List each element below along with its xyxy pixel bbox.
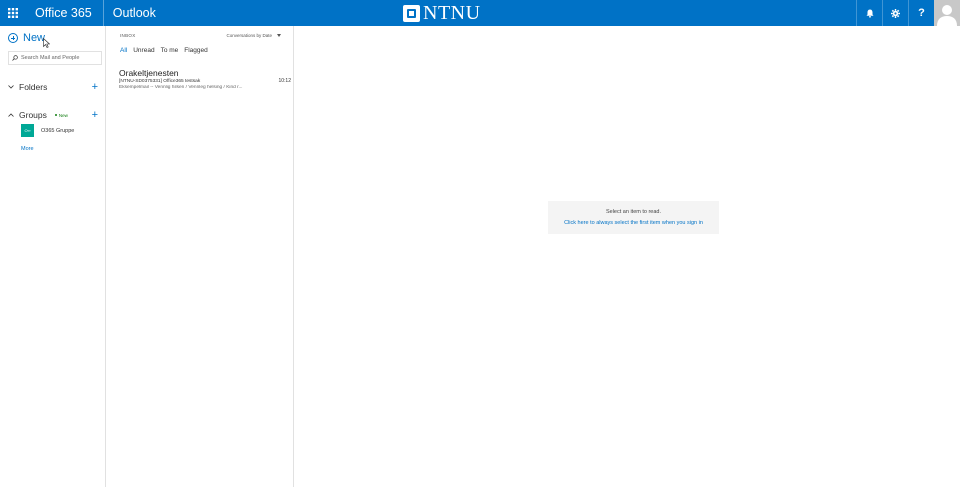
avatar[interactable] (934, 0, 960, 26)
brand-text: NTNU (423, 2, 481, 24)
search-icon (12, 55, 18, 61)
new-label: New (23, 32, 46, 44)
groups-toggle[interactable]: Groups New + (8, 110, 98, 121)
group-item-o365-gruppe[interactable]: O∞ O365 Gruppe (21, 124, 74, 137)
message-time: 10:12 (278, 78, 291, 84)
user-silhouette-icon (937, 5, 957, 26)
mouse-cursor-icon (43, 38, 50, 48)
empty-state-title: Select an item to read. (605, 209, 662, 215)
top-actions: ? (856, 0, 960, 26)
folders-label: Folders (19, 82, 48, 92)
select-first-item-link[interactable]: Click here to always select the first it… (548, 220, 719, 226)
empty-state: Select an item to read. Click here to al… (548, 201, 719, 234)
top-bar: Office 365 Outlook NTNU ? (0, 0, 960, 26)
sort-dropdown[interactable]: Conversations by Date (226, 33, 281, 38)
reading-pane: Select an item to read. Click here to al… (295, 26, 960, 487)
group-tile-icon: O∞ (21, 124, 34, 137)
notifications-button[interactable] (856, 0, 882, 26)
message-preview: Eksempelmail -- Vennlig hilsen / Vennleg… (119, 85, 243, 90)
help-button[interactable]: ? (908, 0, 934, 26)
filter-to-me[interactable]: To me (161, 47, 179, 54)
groups-more-link[interactable]: More (21, 146, 34, 152)
filter-flagged[interactable]: Flagged (184, 47, 208, 54)
app-name-link[interactable]: Outlook (104, 0, 156, 26)
chevron-down-icon (8, 84, 15, 91)
waffle-icon[interactable] (0, 0, 26, 26)
message-subject: [NTNU-SD0375331] Office365 testsak (119, 79, 201, 84)
search-box[interactable] (8, 51, 102, 65)
groups-new-badge: New (55, 113, 68, 118)
folder-title: INBOX (120, 33, 136, 38)
group-item-label: O365 Gruppe (41, 127, 75, 134)
settings-button[interactable] (882, 0, 908, 26)
new-message-button[interactable]: New (8, 32, 45, 44)
message-sender: Orakeltjenesten (119, 68, 179, 78)
add-folder-button[interactable]: + (92, 82, 98, 93)
folders-toggle[interactable]: Folders + (8, 82, 98, 93)
chevron-up-icon (8, 112, 15, 119)
sort-label: Conversations by Date (226, 33, 272, 38)
filter-bar: All Unread To me Flagged (120, 47, 214, 54)
add-group-button[interactable]: + (92, 110, 98, 121)
message-list: INBOX Conversations by Date All Unread T… (107, 26, 294, 487)
add-circle-icon (8, 33, 18, 43)
filter-all[interactable]: All (120, 47, 127, 54)
groups-label: Groups (19, 110, 47, 120)
bell-icon (866, 9, 873, 18)
brand-logo: NTNU (403, 3, 481, 23)
caret-down-icon (277, 34, 281, 37)
search-input[interactable] (21, 55, 101, 61)
suite-name-link[interactable]: Office 365 (26, 0, 104, 26)
filter-unread[interactable]: Unread (133, 47, 154, 54)
message-item[interactable]: Orakeltjenesten [NTNU-SD0375331] Office3… (119, 68, 291, 96)
help-icon: ? (918, 7, 925, 19)
left-nav: New Folders + Groups New + O∞ O365 Grupp… (0, 26, 106, 487)
ntnu-logo-icon (403, 4, 420, 22)
gear-icon (891, 8, 900, 18)
